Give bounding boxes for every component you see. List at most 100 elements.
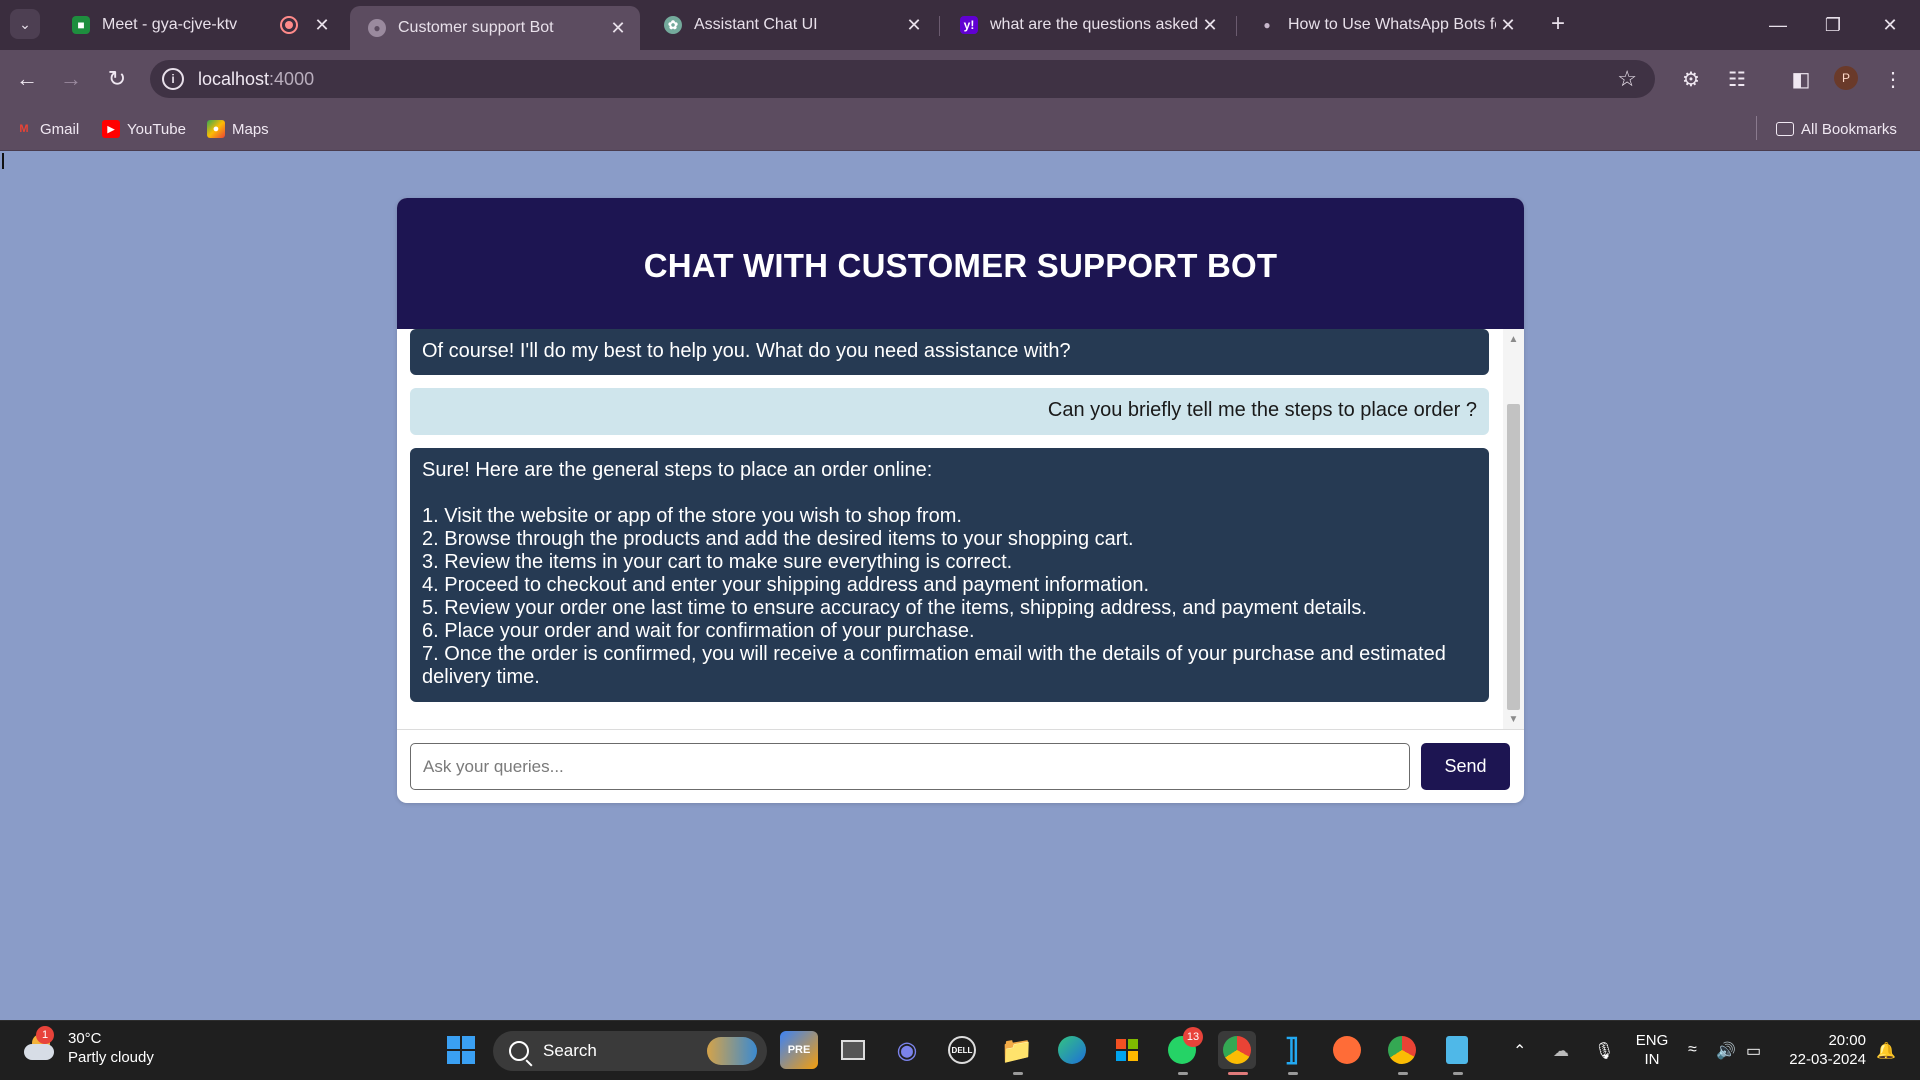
vscode-icon[interactable]: ⟧	[1273, 1031, 1311, 1069]
bookmark-gmail[interactable]: M Gmail	[15, 116, 79, 142]
extension-icon[interactable]: ⚙	[1676, 64, 1706, 94]
message-text: Can you briefly tell me the steps to pla…	[1047, 399, 1477, 421]
message-text: 5. Review your order one last time to en…	[422, 597, 1367, 619]
message-scrollbar[interactable]: ▲ ▼	[1503, 329, 1524, 729]
profile-avatar[interactable]: P	[1834, 66, 1858, 90]
start-button[interactable]	[442, 1031, 480, 1069]
scroll-down-arrow-icon[interactable]: ▼	[1503, 709, 1524, 729]
tab-assistant-chat-ui[interactable]: ✿ Assistant Chat UI ✕	[646, 6, 936, 44]
weather-badge: 1	[36, 1026, 54, 1044]
postman-icon[interactable]	[1328, 1031, 1366, 1069]
chrome-icon[interactable]	[1218, 1031, 1256, 1069]
meet-icon: ■	[72, 16, 90, 34]
message-spacer	[422, 482, 1477, 505]
clock-time: 20:00	[1828, 1032, 1866, 1049]
message-text: Sure! Here are the general steps to plac…	[422, 459, 933, 481]
address-bar[interactable]: i localhost:4000 ☆	[150, 60, 1655, 98]
chevron-down-icon: ⌄	[19, 15, 31, 32]
dell-icon[interactable]: DELL	[943, 1031, 981, 1069]
tab-label: Customer support Bot	[398, 19, 554, 36]
notepad-icon[interactable]	[1438, 1031, 1476, 1069]
url-host: localhost	[198, 68, 270, 89]
extensions-puzzle-icon[interactable]: ☷	[1722, 64, 1752, 94]
back-button[interactable]: ←	[12, 64, 42, 94]
bookmark-label: YouTube	[127, 120, 186, 138]
chat-title: CHAT WITH CUSTOMER SUPPORT BOT	[643, 246, 1278, 284]
info-icon[interactable]: i	[162, 68, 184, 90]
bot-message: Sure! Here are the general steps to plac…	[410, 448, 1489, 702]
chat-container: CHAT WITH CUSTOMER SUPPORT BOT Of course…	[397, 198, 1524, 803]
maps-icon: ●	[207, 120, 225, 138]
notification-bell-icon[interactable]: 🔔	[1876, 1041, 1896, 1061]
user-message: Can you briefly tell me the steps to pla…	[410, 388, 1489, 435]
volume-icon[interactable]: 🔊	[1716, 1041, 1736, 1061]
system-clock[interactable]: 20:00 22-03-2024	[1786, 1031, 1866, 1069]
running-indicator	[1013, 1072, 1023, 1075]
more-menu-icon[interactable]: ⋮	[1878, 64, 1908, 94]
copilot-icon[interactable]: PRE	[780, 1031, 818, 1069]
query-input[interactable]	[410, 743, 1410, 790]
reload-icon: ↻	[107, 66, 127, 91]
tab-label: How to Use WhatsApp Bots for	[1288, 16, 1496, 33]
close-icon[interactable]: ✕	[1496, 15, 1520, 36]
plus-icon: +	[1550, 10, 1565, 37]
url-port: :4000	[269, 68, 315, 89]
send-button[interactable]: Send	[1421, 743, 1510, 790]
bookmark-youtube[interactable]: ▶ YouTube	[102, 116, 186, 142]
minimize-button[interactable]: —	[1758, 10, 1798, 40]
scroll-up-arrow-icon[interactable]: ▲	[1503, 329, 1524, 349]
close-icon[interactable]: ✕	[1198, 15, 1222, 36]
folder-icon	[1776, 122, 1794, 136]
search-highlight-icon	[707, 1037, 757, 1065]
tab-meet[interactable]: ■ Meet - gya-cjve-ktv ✕	[54, 6, 344, 44]
scrollbar-thumb[interactable]	[1507, 404, 1520, 710]
teams-chat-icon[interactable]: ◉	[888, 1031, 926, 1069]
bot-message: Of course! I'll do my best to help you. …	[410, 329, 1489, 375]
message-list[interactable]: Of course! I'll do my best to help you. …	[397, 329, 1524, 729]
restore-button[interactable]: ❐	[1813, 10, 1853, 40]
message-text: 3. Review the items in your cart to make…	[422, 551, 1013, 573]
side-panel-icon[interactable]: ◧	[1786, 64, 1816, 94]
reload-button[interactable]: ↻	[102, 64, 132, 94]
clock-date: 22-03-2024	[1789, 1051, 1866, 1068]
tab-separator	[1236, 16, 1237, 36]
language-indicator[interactable]: ENG IN	[1632, 1031, 1672, 1069]
running-indicator	[1453, 1072, 1463, 1075]
forward-button[interactable]: →	[56, 64, 86, 94]
weather-widget[interactable]: 1 30°C Partly cloudy	[22, 1026, 154, 1067]
bookmark-star-icon[interactable]: ☆	[1617, 66, 1637, 92]
tab-whatsapp-bots[interactable]: ● How to Use WhatsApp Bots for ✕	[1240, 6, 1530, 44]
language-code: ENG	[1635, 1032, 1669, 1049]
task-view-icon[interactable]	[834, 1031, 872, 1069]
all-bookmarks-button[interactable]: All Bookmarks	[1776, 116, 1897, 142]
onedrive-off-icon[interactable]: ☁	[1553, 1041, 1569, 1061]
new-tab-button[interactable]: +	[1544, 10, 1572, 38]
close-window-button[interactable]: ✕	[1870, 10, 1910, 40]
tab-label: what are the questions asked fo	[990, 16, 1198, 33]
chevron-up-icon[interactable]: ⌃	[1513, 1041, 1526, 1061]
chrome-profile-icon[interactable]	[1383, 1031, 1421, 1069]
weather-temperature: 30°C	[68, 1030, 102, 1047]
battery-icon[interactable]: ▭	[1746, 1041, 1761, 1061]
close-icon: ✕	[1882, 14, 1898, 35]
recording-icon	[280, 16, 298, 34]
microsoft-store-icon[interactable]	[1108, 1031, 1146, 1069]
close-icon[interactable]: ✕	[310, 15, 334, 36]
tab-search-button[interactable]: ⌄	[10, 9, 40, 39]
edge-icon[interactable]	[1053, 1031, 1091, 1069]
chat-input-area: Send	[397, 729, 1524, 803]
url-text: localhost:4000	[198, 69, 314, 90]
bookmark-label: Maps	[232, 120, 269, 138]
microphone-icon[interactable]: 🎙	[1594, 1041, 1614, 1061]
bookmark-maps[interactable]: ● Maps	[207, 116, 269, 142]
close-icon[interactable]: ✕	[902, 15, 926, 36]
taskbar-search[interactable]: Search	[493, 1031, 767, 1071]
windows-icon	[447, 1036, 475, 1064]
file-explorer-icon[interactable]: 📁	[998, 1031, 1036, 1069]
close-icon[interactable]: ✕	[606, 18, 630, 39]
wifi-icon[interactable]: ≈	[1688, 1041, 1697, 1059]
tab-yahoo-search[interactable]: y! what are the questions asked fo ✕	[942, 6, 1232, 44]
tab-strip: ⌄ ■ Meet - gya-cjve-ktv ✕ ● Customer sup…	[0, 0, 1920, 50]
tab-customer-support-bot[interactable]: ● Customer support Bot ✕	[350, 6, 640, 50]
yahoo-icon: y!	[960, 16, 978, 34]
